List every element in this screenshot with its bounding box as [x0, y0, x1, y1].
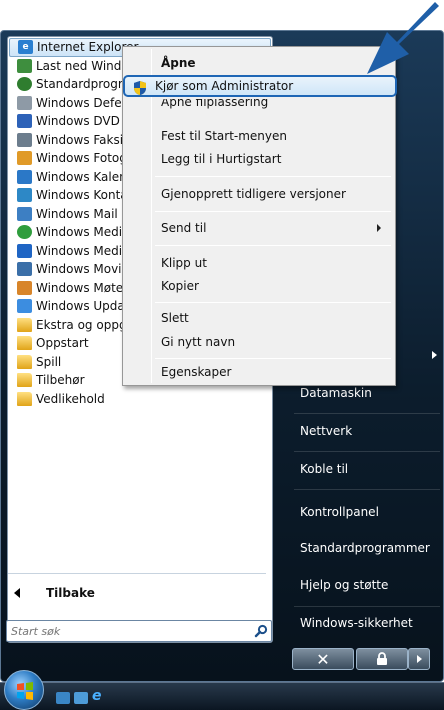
- folder-icon: [17, 373, 32, 388]
- folder-label: Tilbehør: [36, 373, 85, 388]
- right-item-default-programs[interactable]: Standardprogrammer: [294, 530, 444, 566]
- close-x-icon: ✕: [316, 649, 330, 669]
- menu-item-open[interactable]: Åpne: [125, 52, 393, 74]
- media-center-icon: [17, 225, 32, 240]
- menu-item-label: Gi nytt navn: [161, 335, 236, 349]
- menu-item-label: Fest til Start-menyen: [161, 129, 287, 143]
- ie-icon: e: [18, 40, 33, 55]
- menu-item-add-quick-launch[interactable]: Legg til i Hurtigstart: [125, 148, 393, 170]
- search-input[interactable]: [7, 621, 251, 641]
- back-arrow-icon: [14, 588, 20, 598]
- folder-item[interactable]: Vedlikehold: [9, 390, 271, 409]
- divider: [294, 489, 440, 490]
- divider: [8, 573, 266, 574]
- right-item-label: Windows-sikkerhet: [300, 616, 413, 630]
- show-desktop-icon[interactable]: [56, 692, 70, 704]
- contacts-icon: [17, 188, 32, 203]
- calendar-icon: [17, 169, 32, 184]
- start-orb-icon[interactable]: [4, 670, 44, 710]
- right-item-label: Standardprogrammer: [300, 541, 430, 555]
- menu-item-label: Slett: [161, 311, 189, 325]
- menu-item-label: Klipp ut: [161, 256, 207, 270]
- meeting-space-icon: [17, 280, 32, 295]
- right-item-windows-security[interactable]: Windows-sikkerhet: [294, 605, 444, 641]
- context-menu: Åpne Kjør som Administrator Åpne filplas…: [122, 46, 397, 386]
- menu-item-rename[interactable]: Gi nytt navn: [125, 331, 393, 353]
- fax-icon: [17, 132, 32, 147]
- submenu-arrow-icon: [377, 224, 381, 232]
- start-search-box[interactable]: [6, 620, 272, 642]
- folder-icon: [17, 317, 32, 332]
- right-item-connect[interactable]: Koble til: [294, 451, 444, 487]
- right-item-network[interactable]: Nettverk: [294, 413, 444, 449]
- menu-item-label: Egenskaper: [161, 365, 232, 379]
- menu-item-copy[interactable]: Kopier: [125, 275, 393, 297]
- menu-separator: [155, 211, 391, 212]
- right-item-help[interactable]: Hjelp og støtte: [294, 567, 444, 603]
- switch-windows-icon[interactable]: [74, 692, 88, 704]
- menu-item-label: Kjør som Administrator: [155, 79, 294, 93]
- menu-separator: [155, 176, 391, 177]
- search-icon[interactable]: [251, 624, 271, 638]
- menu-separator: [155, 245, 391, 246]
- ie-icon[interactable]: e: [92, 688, 106, 704]
- defender-icon: [17, 95, 32, 110]
- folder-label: Oppstart: [36, 336, 89, 351]
- uac-shield-icon: [133, 80, 147, 99]
- lock-button[interactable]: [356, 648, 408, 670]
- default-programs-icon: [17, 77, 32, 92]
- people-icon: [17, 58, 32, 73]
- right-item-control-panel[interactable]: Kontrollpanel: [294, 494, 444, 530]
- menu-item-open-file-location[interactable]: Åpne filplassering: [125, 99, 393, 115]
- menu-item-restore-previous[interactable]: Gjenopprett tidligere versjoner: [125, 183, 393, 205]
- back-button[interactable]: Tilbake: [8, 580, 270, 606]
- program-label: Windows Mail: [36, 206, 118, 221]
- power-button[interactable]: ✕: [292, 648, 354, 670]
- right-item-label: Koble til: [300, 462, 349, 476]
- right-item-label: Hjelp og støtte: [300, 578, 389, 592]
- mail-icon: [17, 206, 32, 221]
- menu-item-label: Kopier: [161, 279, 199, 293]
- menu-item-label: Åpne: [161, 56, 196, 70]
- menu-separator: [155, 302, 391, 303]
- shutdown-options-button[interactable]: [408, 648, 430, 670]
- right-item-label: Nettverk: [300, 424, 353, 438]
- media-player-icon: [17, 243, 32, 258]
- menu-item-cut[interactable]: Klipp ut: [125, 252, 393, 274]
- folder-icon: [17, 336, 32, 351]
- callout-arrow-icon: [367, 2, 439, 74]
- menu-separator: [155, 358, 391, 359]
- chevron-right-icon: [417, 655, 422, 663]
- right-item-label: Datamaskin: [300, 386, 372, 400]
- windows-update-icon: [17, 299, 32, 314]
- lock-icon: [377, 652, 387, 665]
- folder-label: Vedlikehold: [36, 391, 105, 406]
- folder-label: Spill: [36, 354, 62, 369]
- folder-icon: [17, 391, 32, 406]
- chevron-right-icon: [432, 351, 437, 359]
- menu-item-label: Åpne filplassering: [161, 99, 269, 109]
- menu-item-pin-to-start[interactable]: Fest til Start-menyen: [125, 125, 393, 147]
- menu-item-label: Legg til i Hurtigstart: [161, 152, 282, 166]
- movie-maker-icon: [17, 262, 32, 277]
- menu-item-delete[interactable]: Slett: [125, 307, 393, 329]
- photo-gallery-icon: [17, 151, 32, 166]
- menu-item-send-to[interactable]: Send til: [125, 217, 393, 239]
- menu-item-properties[interactable]: Egenskaper: [125, 361, 393, 383]
- back-label: Tilbake: [46, 586, 95, 600]
- dvd-maker-icon: [17, 114, 32, 129]
- menu-item-label: Send til: [161, 221, 207, 235]
- right-item-label: Kontrollpanel: [300, 505, 379, 519]
- menu-item-label: Gjenopprett tidligere versjoner: [161, 187, 346, 201]
- folder-icon: [17, 354, 32, 369]
